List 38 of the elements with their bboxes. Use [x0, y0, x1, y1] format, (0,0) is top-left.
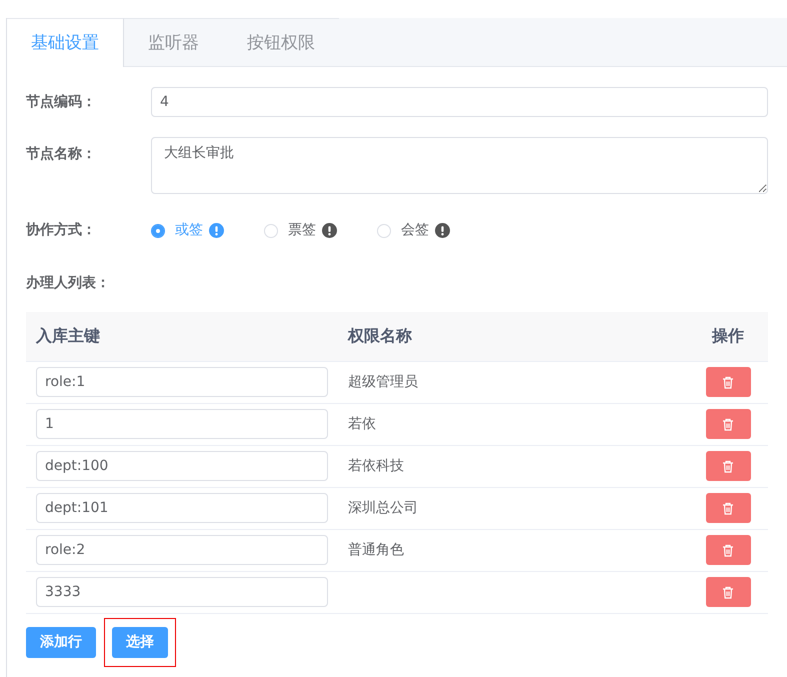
input-field[interactable]: role:2: [36, 535, 328, 565]
delete-button[interactable]: [706, 577, 750, 607]
column-header: 权限名称: [338, 312, 688, 361]
table-cell: 若依科技: [348, 458, 404, 474]
table-cell: 普通角色: [348, 542, 404, 558]
delete-button[interactable]: [706, 367, 750, 397]
column-header: 操作: [688, 312, 768, 361]
input-field[interactable]: 1: [36, 409, 328, 439]
field-label: 节点编码：: [26, 93, 97, 112]
trash-icon: [722, 502, 734, 514]
radio-button[interactable]: [151, 224, 165, 238]
trash-icon: [722, 376, 734, 388]
table-cell: 超级管理员: [348, 374, 418, 390]
info-icon: [209, 223, 224, 238]
delete-button[interactable]: [706, 451, 750, 481]
column-header: 入库主键: [26, 312, 338, 361]
input-field[interactable]: 4: [151, 87, 768, 117]
delete-button[interactable]: [706, 535, 750, 565]
radio-label[interactable]: 会签: [401, 220, 429, 241]
section-label: 办理人列表：: [26, 274, 111, 293]
input-field[interactable]: dept:101: [36, 493, 328, 523]
input-field[interactable]: 3333: [36, 577, 328, 607]
input-field[interactable]: role:1: [36, 367, 328, 397]
delete-button[interactable]: [706, 493, 750, 523]
field-label: 协作方式：: [26, 220, 97, 240]
input-field[interactable]: dept:100: [36, 451, 328, 481]
trash-icon: [722, 586, 734, 598]
radio-label[interactable]: 票签: [288, 220, 316, 241]
info-icon: [322, 223, 337, 238]
trash-icon: [722, 544, 734, 556]
table-cell: 深圳总公司: [348, 500, 418, 516]
text-area[interactable]: 大组长审批: [151, 137, 768, 194]
delete-button[interactable]: [706, 409, 750, 439]
trash-icon: [722, 418, 734, 430]
info-icon: [435, 223, 450, 238]
field-label: 节点名称：: [26, 145, 97, 164]
table-cell: 若依: [348, 416, 376, 432]
trash-icon: [722, 460, 734, 472]
